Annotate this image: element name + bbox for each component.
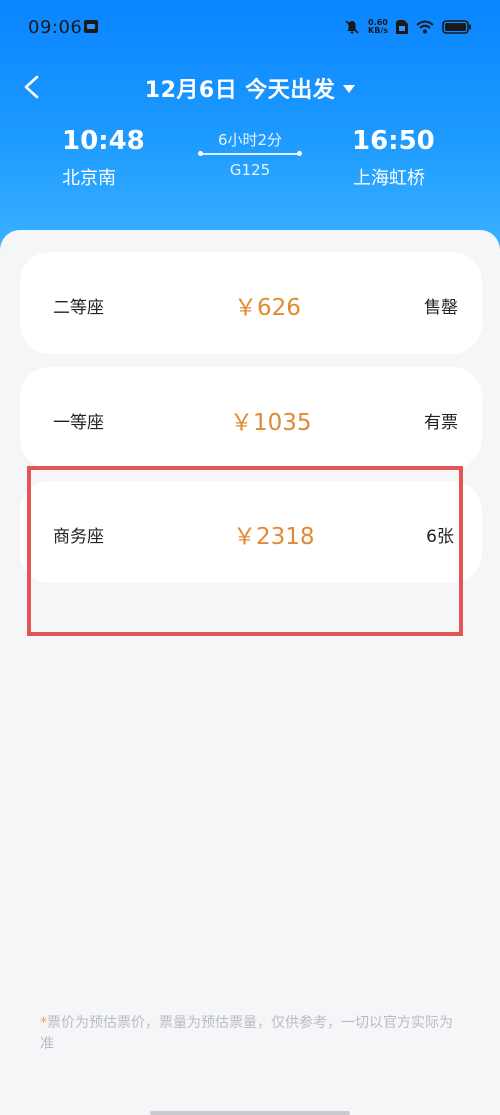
seat-option-first-class[interactable]: 一等座 ￥1035 有票: [20, 367, 482, 469]
duration-line: [198, 151, 302, 156]
date-selector[interactable]: 12月6日 今天出发: [0, 72, 500, 104]
status-icons: 0.60 KB/s: [344, 16, 472, 38]
seat-availability: 有票: [424, 413, 458, 433]
trip-summary: 10:48 北京南 6小时2分 G125 16:50 上海虹桥: [0, 120, 500, 200]
departure-station: 北京南: [62, 168, 116, 189]
price-disclaimer: *票价为预估票价，票量为预估票量，仅供参考，一切以官方实际为准: [40, 1013, 462, 1055]
train-number: G125: [229, 161, 271, 179]
disclaimer-text: 票价为预估票价，票量为预估票量，仅供参考，一切以官方实际为准: [40, 1015, 453, 1052]
status-time: 09:06: [28, 17, 83, 38]
navigation-bar: 12月6日 今天出发: [0, 66, 500, 110]
depart-label: 今天出发: [245, 78, 336, 103]
mute-bell-icon: [344, 19, 360, 35]
seat-availability: 售罄: [424, 298, 458, 318]
arrival-station: 上海虹桥: [353, 168, 425, 189]
sim-card-icon: [396, 19, 408, 35]
caret-down-icon: [343, 85, 356, 93]
home-indicator[interactable]: [150, 1111, 350, 1115]
notification-app-icon: [84, 20, 98, 33]
wifi-icon: [416, 20, 434, 34]
network-speed-unit: KB/s: [368, 26, 388, 35]
seat-class-name: 二等座: [53, 298, 104, 318]
trip-duration: 6小时2分: [217, 131, 283, 149]
highlight-annotation-box: [27, 466, 463, 636]
seat-class-name: 一等座: [53, 413, 104, 433]
travel-date: 12月6日: [144, 78, 238, 103]
network-speed: 0.60 KB/s: [368, 19, 388, 35]
seat-option-second-class[interactable]: 二等座 ￥626 售罄: [20, 252, 482, 354]
content-panel: [0, 230, 500, 1115]
battery-icon: [442, 20, 472, 34]
status-bar: 09:06 0.60 KB/s: [0, 0, 500, 50]
disclaimer-star: *: [40, 1015, 47, 1031]
seat-price: ￥626: [234, 295, 301, 321]
seat-price: ￥1035: [230, 410, 312, 436]
departure-time: 10:48: [62, 126, 145, 156]
arrival-time: 16:50: [352, 126, 435, 156]
